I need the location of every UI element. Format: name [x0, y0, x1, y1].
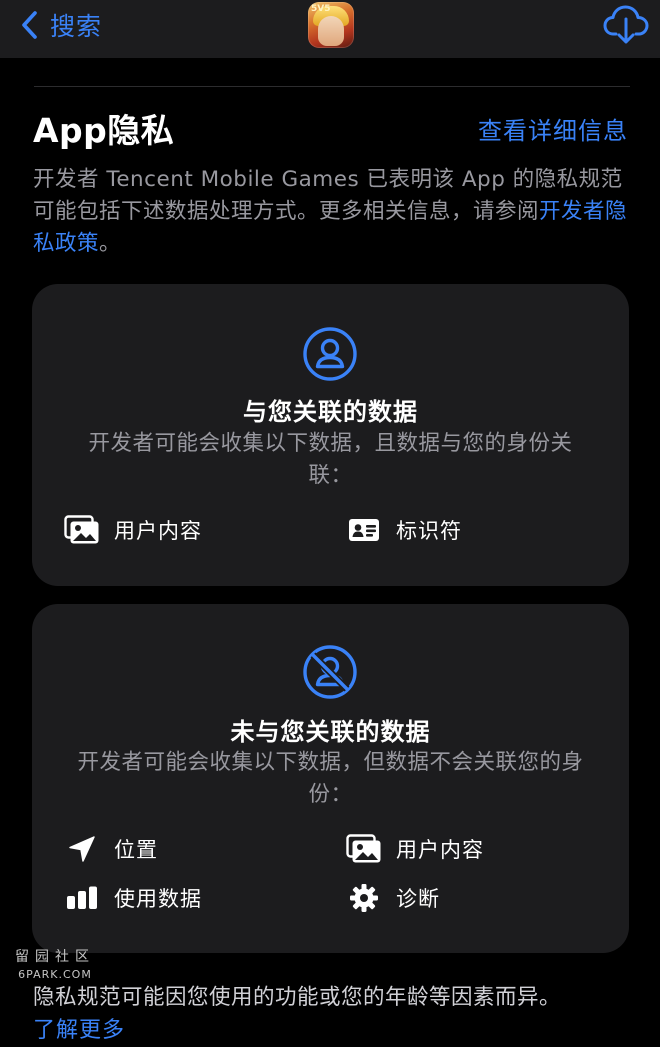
- app-icon-badge: 5V5: [311, 4, 331, 14]
- learn-more-link[interactable]: 了解更多: [33, 1012, 125, 1044]
- privacy-footer-note: 隐私规范可能因您使用的功能或您的年龄等因素而异。: [33, 985, 562, 1010]
- data-item-label: 用户内容: [396, 838, 484, 862]
- back-button-label: 搜索: [50, 12, 103, 41]
- data-item-location: 位置: [64, 832, 158, 866]
- data-linked-title: 与您关联的数据: [243, 398, 418, 426]
- section-title: App隐私: [33, 111, 175, 150]
- data-not-linked-description: 开发者可能会收集以下数据，但数据不会关联您的身份：: [77, 750, 584, 807]
- description-text: 开发者 Tencent Mobile Games 已表明该 App 的隐私规范可…: [33, 167, 623, 224]
- back-button[interactable]: 搜索: [20, 8, 102, 42]
- photos-icon: [346, 834, 381, 863]
- data-item-label: 位置: [114, 838, 158, 862]
- data-item-identifiers: 标识符: [346, 513, 462, 547]
- bar-chart-icon: [67, 886, 97, 909]
- download-button[interactable]: [603, 4, 649, 46]
- data-not-linked-title: 未与您关联的数据: [230, 718, 431, 746]
- navigation-bar: 搜索 5V5: [0, 0, 660, 58]
- watermark: 留园社区 6PARK.COM: [12, 946, 98, 981]
- id-card-icon: [349, 519, 379, 541]
- app-icon: 5V5: [308, 2, 354, 48]
- see-details-link[interactable]: 查看详细信息: [478, 111, 628, 146]
- watermark-chinese: 留园社区: [15, 949, 95, 965]
- data-item-label: 使用数据: [114, 887, 202, 911]
- data-linked-card[interactable]: 与您关联的数据 开发者可能会收集以下数据，且数据与您的身份关联： 用户内容 标识…: [32, 284, 629, 586]
- app-privacy-screen: 搜索 5V5 App隐私 查看详细信息 开发者 Tencent Mobile G…: [0, 0, 660, 1047]
- data-item-diagnostics: 诊断: [346, 881, 440, 915]
- section-divider: [34, 86, 630, 87]
- data-item-label: 标识符: [396, 519, 462, 543]
- person-circle-icon: [303, 327, 357, 381]
- chevron-left-icon: [22, 11, 37, 39]
- cloud-download-icon: [603, 5, 649, 44]
- data-item-user-content: 用户内容: [64, 513, 202, 547]
- data-item-usage-data: 使用数据: [64, 881, 202, 915]
- data-item-user-content: 用户内容: [346, 832, 484, 866]
- data-item-label: 诊断: [396, 887, 440, 911]
- location-arrow-icon: [69, 836, 95, 862]
- person-crossed-circle-icon: [303, 645, 357, 699]
- gear-icon: [350, 884, 378, 912]
- description-suffix: 。: [99, 231, 122, 256]
- data-not-linked-card[interactable]: 未与您关联的数据 开发者可能会收集以下数据，但数据不会关联您的身份： 位置 用户…: [32, 604, 629, 953]
- data-linked-description: 开发者可能会收集以下数据，且数据与您的身份关联：: [88, 431, 573, 488]
- data-item-label: 用户内容: [114, 519, 202, 543]
- photos-icon: [64, 515, 99, 544]
- privacy-description: 开发者 Tencent Mobile Games 已表明该 App 的隐私规范可…: [33, 164, 633, 260]
